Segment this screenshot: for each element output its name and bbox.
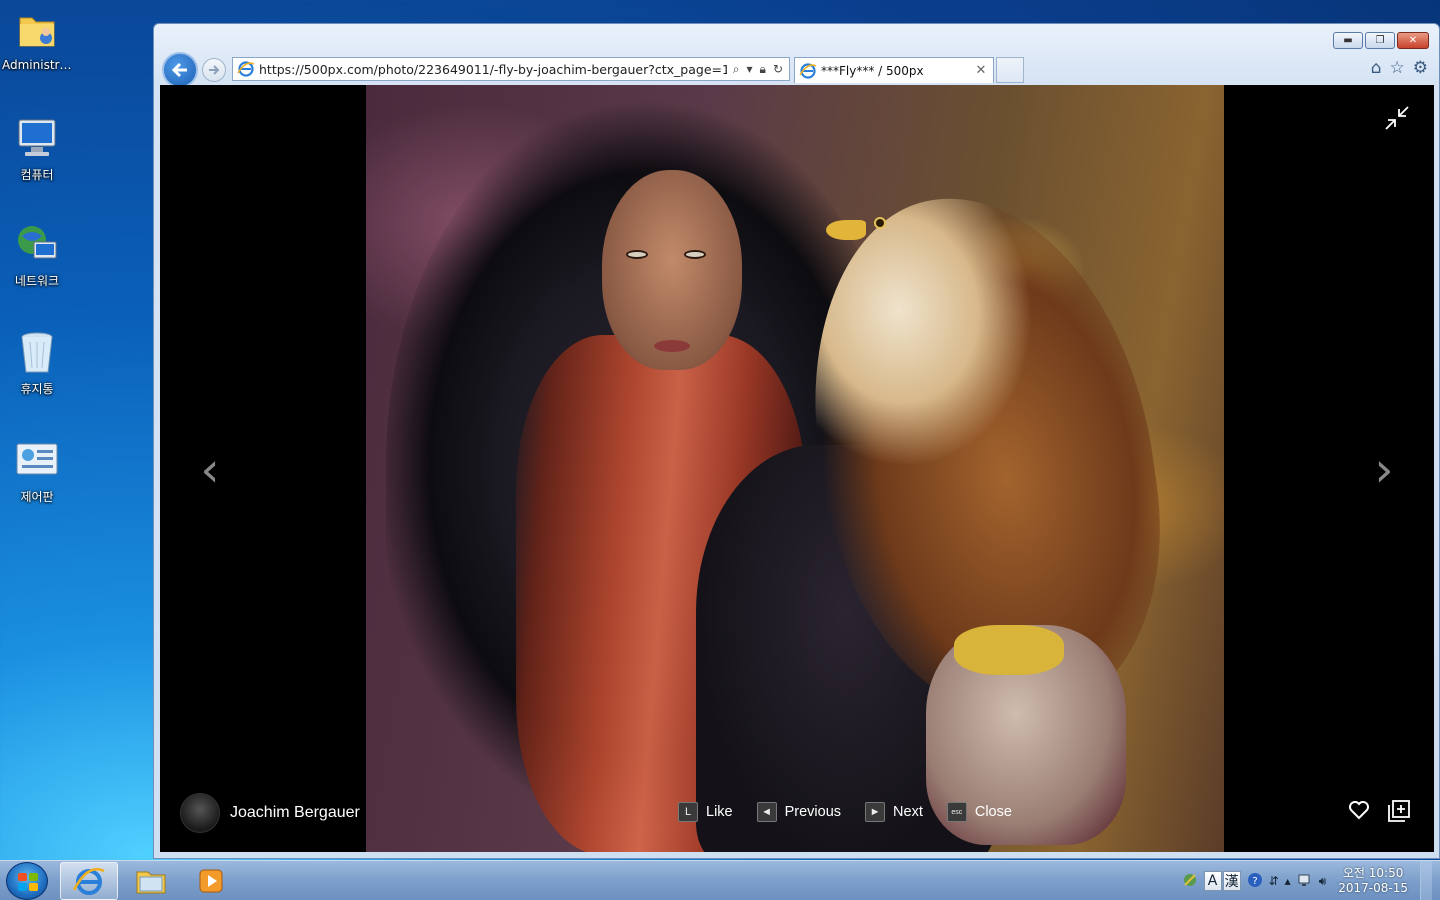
browser-tools: ⌂ ☆ ⚙ [1371,58,1428,78]
refresh-icon[interactable]: ↻ [773,62,783,77]
desktop-icon-label: Administra... [2,58,74,72]
desktop-icon-administrator[interactable]: Administra... [0,8,74,72]
taskbar: A 漢 ? ⇵ ▴ 🔊︎ 오전 10:50 2017-08-15 [0,860,1440,900]
like-label: Like [706,804,733,820]
home-icon[interactable]: ⌂ [1371,58,1382,78]
desktop-icon-control-panel[interactable]: 제어판 [0,438,74,505]
address-bar[interactable]: https://500px.com/photo/223649011/-fly-b… [232,57,790,81]
lock-icon[interactable]: 🔒︎ [760,62,766,77]
key-esc: esc [946,802,967,822]
media-player-icon [199,869,223,893]
previous-label: Previous [784,804,842,820]
close-window-button[interactable]: ✕ [1397,32,1429,49]
ie-tab-icon [799,62,817,79]
browser-window: ▬ ❐ ✕ https://500px.com/photo/223649011/… [153,23,1440,859]
ime-indicator[interactable]: A 漢 [1203,871,1241,891]
next-arrow-icon[interactable]: › [1364,445,1404,495]
window-controls: ▬ ❐ ✕ [1333,32,1429,49]
desktop-icon-recycle-bin[interactable]: 휴지통 [0,330,74,397]
control-panel-icon [14,438,60,484]
exit-fullscreen-icon[interactable] [1384,105,1410,131]
desktop-icon-network[interactable]: 네트워크 [0,222,74,289]
photo-viewer: ‹ › Joachim Bergauer L Like ◄ Previous ►… [160,85,1434,852]
desktop-icon-computer[interactable]: 컴퓨터 [0,116,74,183]
new-tab-button[interactable] [996,57,1024,83]
add-to-gallery-icon[interactable] [1388,800,1410,827]
ime-mode-han[interactable]: 漢 [1222,871,1241,891]
keyboard-shortcuts: L Like ◄ Previous ► Next esc Close [678,802,1012,822]
svg-text:?: ? [1252,876,1257,887]
taskbar-media-player[interactable] [182,862,240,900]
start-button[interactable] [6,862,48,900]
next-shortcut[interactable]: ► Next [865,802,923,822]
tab-title: ***Fly*** / 500px [821,63,924,78]
back-button[interactable] [162,52,198,88]
close-label: Close [974,804,1012,820]
url-text[interactable]: https://500px.com/photo/223649011/-fly-b… [259,62,727,77]
system-tray: A 漢 ? ⇵ ▴ 🔊︎ 오전 10:50 2017-08-15 [1182,861,1440,900]
forward-arrow-icon [209,65,220,75]
file-explorer-icon [136,871,166,894]
favorites-star-icon[interactable]: ☆ [1390,58,1405,78]
like-shortcut[interactable]: L Like [678,802,733,822]
clock[interactable]: 오전 10:50 2017-08-15 [1332,866,1414,896]
maximize-button[interactable]: ❐ [1365,32,1395,49]
author-name[interactable]: Joachim Bergauer [230,804,360,822]
key-right: ► [865,802,886,822]
ime-mode-a[interactable]: A [1203,871,1222,891]
previous-arrow-icon[interactable]: ‹ [190,445,230,495]
windows-logo-icon [18,873,38,891]
navigation-bar: https://500px.com/photo/223649011/-fly-b… [162,52,1432,88]
show-desktop-button[interactable] [1420,861,1432,900]
settings-gear-icon[interactable]: ⚙ [1413,58,1428,78]
desktop-icon-label: 제어판 [20,490,54,504]
help-icon[interactable]: ? [1247,872,1263,891]
close-shortcut[interactable]: esc Close [946,802,1012,822]
ie-page-icon [237,61,255,77]
show-hidden-icons-icon[interactable]: ▴ [1285,874,1291,888]
desktop-icon-label: 휴지통 [20,382,54,396]
desktop-icon-label: 컴퓨터 [20,168,54,182]
ime-options-icon[interactable]: ⇵ [1269,874,1279,888]
network-icon [14,222,60,268]
photo-actions [1348,800,1410,827]
minimize-button[interactable]: ▬ [1333,32,1363,49]
tab-500px[interactable]: ***Fly*** / 500px ✕ [794,57,994,83]
photographer-info[interactable]: Joachim Bergauer [180,793,360,833]
heart-icon[interactable] [1348,800,1370,827]
taskbar-file-explorer[interactable] [122,862,180,900]
search-icon[interactable]: ⌕ [733,62,740,77]
tab-close-icon[interactable]: ✕ [973,63,989,78]
computer-icon [14,116,60,162]
volume-icon[interactable]: 🔊︎ [1319,874,1327,889]
network-tray-icon[interactable] [1297,872,1313,891]
next-label: Next [893,804,923,820]
address-tools: ⌕ ▾ 🔒︎ ↻ [727,62,789,77]
dropdown-icon[interactable]: ▾ [747,62,753,77]
internet-explorer-icon [72,867,105,895]
avatar[interactable] [180,793,220,833]
clock-date: 2017-08-15 [1338,881,1408,895]
desktop-icon-label: 네트워크 [14,274,60,288]
language-bar-icon[interactable] [1182,872,1198,891]
recycle-bin-icon [14,330,60,376]
key-l: L [678,802,698,822]
previous-shortcut[interactable]: ◄ Previous [756,802,842,822]
forward-button[interactable] [202,58,226,82]
clock-time: 오전 10:50 [1342,866,1404,880]
taskbar-internet-explorer[interactable] [60,862,118,900]
back-arrow-icon [171,62,187,78]
key-left: ◄ [756,802,777,822]
folder-user-icon [14,8,60,54]
photo-image[interactable] [366,85,1224,852]
